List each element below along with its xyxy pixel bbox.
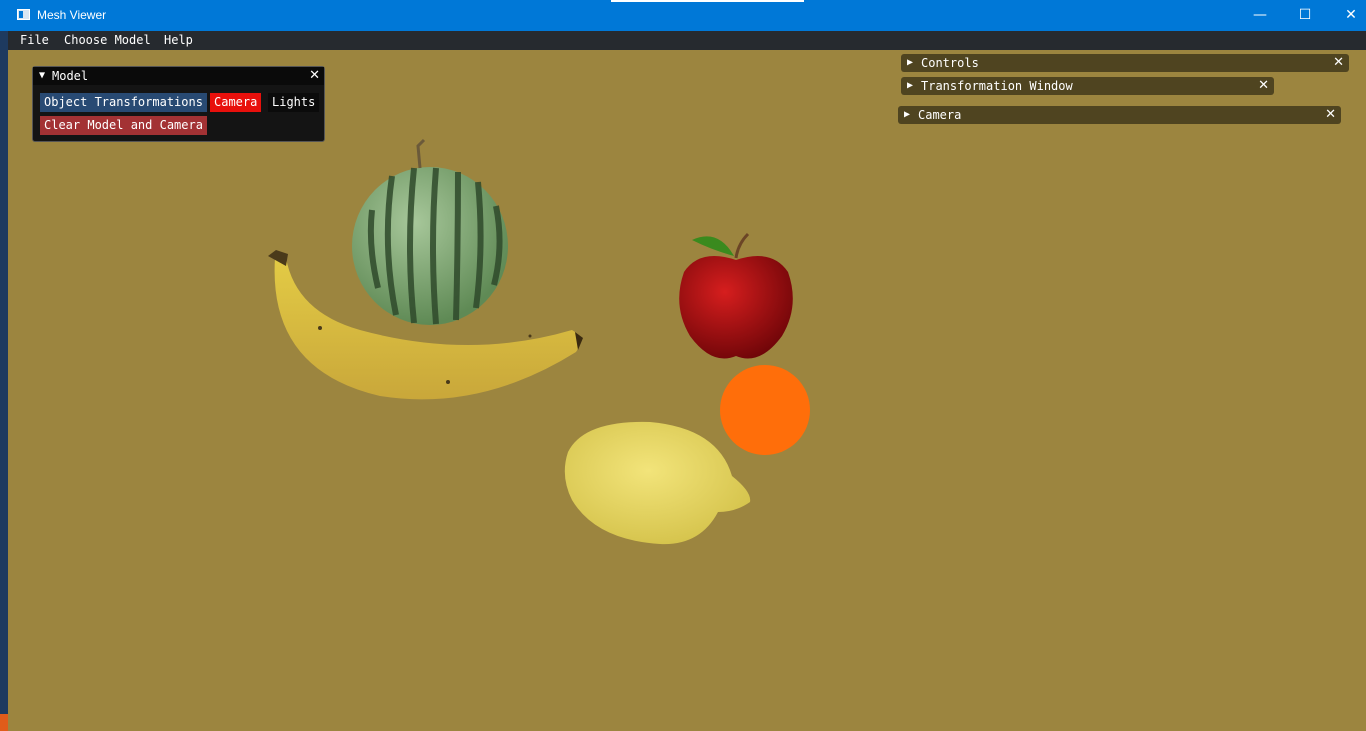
expand-triangle-icon[interactable]: ▶ [907, 77, 913, 95]
transformation-window[interactable]: ▶ Transformation Window ✕ [901, 77, 1274, 95]
close-icon[interactable]: ✕ [1325, 106, 1336, 124]
lights-button[interactable]: Lights [268, 93, 320, 112]
model-panel: ▼ Model ✕ Object Transformations Camera … [32, 66, 325, 142]
expand-triangle-icon[interactable]: ▶ [904, 106, 910, 124]
close-icon[interactable]: ✕ [1333, 54, 1344, 72]
collapse-triangle-icon[interactable]: ▼ [39, 67, 45, 85]
controls-window[interactable]: ▶ Controls ✕ [901, 54, 1349, 72]
expand-triangle-icon[interactable]: ▶ [907, 54, 913, 72]
orange [720, 365, 810, 455]
camera-window-title: Camera [918, 108, 962, 122]
model-panel-header[interactable]: ▼ Model ✕ [33, 67, 324, 85]
close-icon[interactable]: ✕ [309, 67, 320, 85]
clear-model-camera-button[interactable]: Clear Model and Camera [40, 116, 207, 135]
watermelon [352, 138, 508, 325]
apple [679, 232, 793, 359]
model-panel-title: Model [52, 69, 89, 83]
transformation-window-title: Transformation Window [921, 79, 1073, 93]
controls-window-title: Controls [921, 56, 979, 70]
camera-button[interactable]: Camera [210, 93, 262, 112]
object-transformations-button[interactable]: Object Transformations [40, 93, 207, 112]
lemon [564, 421, 751, 545]
camera-window[interactable]: ▶ Camera ✕ [898, 106, 1341, 124]
close-icon[interactable]: ✕ [1258, 77, 1269, 95]
